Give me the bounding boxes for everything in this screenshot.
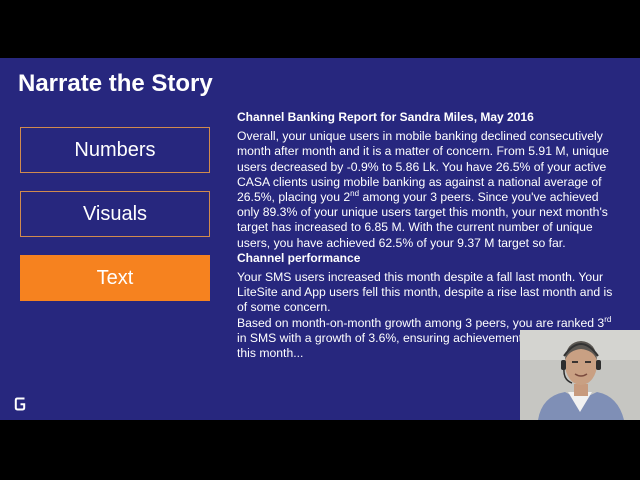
numbers-button-label: Numbers [74,138,156,161]
visuals-button-label: Visuals [82,202,148,225]
presenter-image [520,330,640,420]
performance-heading: Channel performance [237,250,361,265]
performance-rank-suffix: rd [604,314,612,324]
visuals-button[interactable]: Visuals [20,191,210,237]
report-rank-suffix: nd [350,188,360,198]
report-paragraph: Overall, your unique users in mobile ban… [237,129,617,251]
narrative-content: Channel Banking Report for Sandra Miles,… [237,110,617,361]
report-heading: Channel Banking Report for Sandra Miles,… [237,110,534,124]
performance-text-part-1: Based on month-on-month growth among 3 p… [237,315,605,330]
slide-title: Narrate the Story [18,70,213,97]
text-button-label: Text [96,266,134,289]
performance-paragraph-1: Your SMS users increased this month desp… [237,270,613,315]
text-button[interactable]: Text [20,255,210,301]
webcam-presenter [520,330,640,420]
numbers-button[interactable]: Numbers [20,127,210,173]
g-logo-icon [14,397,26,411]
